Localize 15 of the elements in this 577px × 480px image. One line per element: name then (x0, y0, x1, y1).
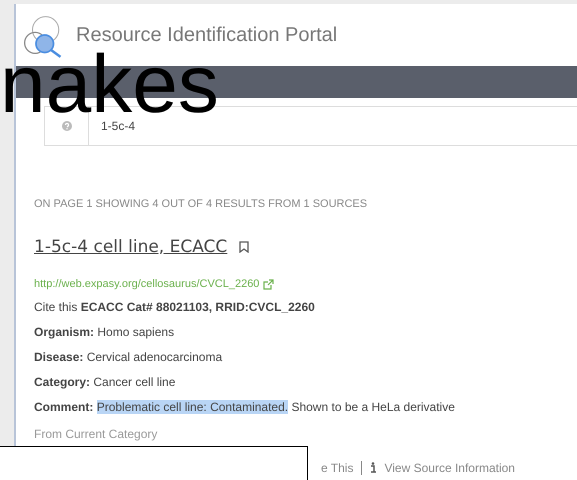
comment-line: Comment: Problematic cell line: Contaminated. Shown to be a HeLa derivative (34, 398, 456, 416)
external-link-icon[interactable] (263, 278, 274, 290)
rate-link[interactable]: e This (321, 458, 354, 476)
detail-line: Category: Cancer cell line (34, 374, 176, 390)
bookmark-icon[interactable] (239, 241, 250, 254)
results-summary: ON PAGE 1 SHOWING 4 OUT OF 4 RESULTS FROM 1 SOURCES (34, 197, 368, 212)
view-source-link[interactable]: View Source Information (384, 458, 515, 476)
detail-line: Disease: Cervical adenocarcinoma (34, 348, 224, 366)
portal-title: Resource Identification Portal (76, 23, 338, 48)
info-icon (370, 462, 376, 473)
source-url-link[interactable]: http://web.expasy.org/cellosaurus/CVCL_2260 (34, 276, 260, 292)
source-note: From Current Category (34, 426, 158, 442)
detail-line: Organism: Homo sapiens (34, 324, 176, 340)
result-title-link[interactable]: 1-5c-4 cell line, ECACC (34, 234, 228, 260)
citation-text: Cite this ECACC Cat# 88021103, RRID:CVCL_2260 (34, 298, 316, 316)
